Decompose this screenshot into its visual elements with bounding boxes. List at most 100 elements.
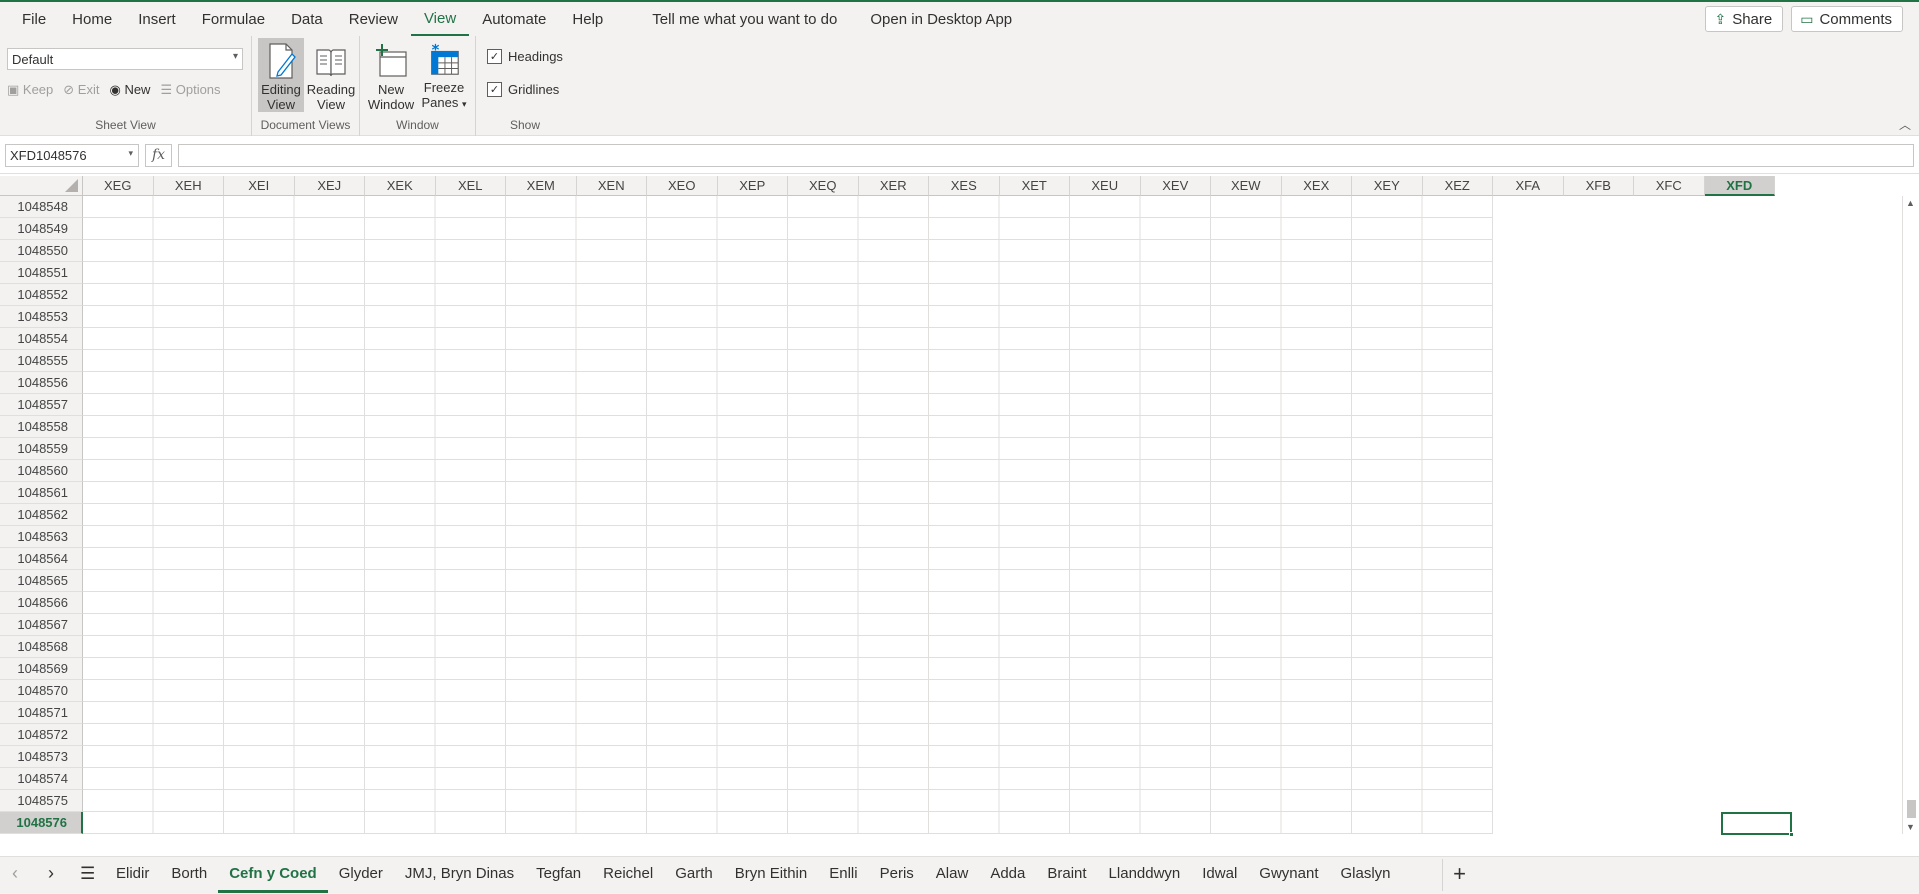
tell-me-search[interactable]: Tell me what you want to do	[616, 2, 850, 36]
menu-file[interactable]: File	[0, 2, 59, 36]
sheet-tab[interactable]: Enlli	[818, 857, 868, 893]
row-header[interactable]: 1048572	[0, 724, 83, 746]
sheet-tab[interactable]: Llanddwyn	[1098, 857, 1192, 893]
scroll-up-icon[interactable]: ▲	[1906, 198, 1915, 208]
row-header[interactable]: 1048555	[0, 350, 83, 372]
column-header[interactable]: XFD	[1704, 176, 1775, 196]
vertical-scrollbar[interactable]: ▲ ▼	[1902, 196, 1919, 834]
row-header[interactable]: 1048573	[0, 746, 83, 768]
row-header[interactable]: 1048563	[0, 526, 83, 548]
menu-review[interactable]: Review	[336, 2, 411, 36]
row-header[interactable]: 1048565	[0, 570, 83, 592]
sheet-tab[interactable]: JMJ, Bryn Dinas	[394, 857, 525, 893]
menu-data[interactable]: Data	[278, 2, 336, 36]
row-header[interactable]: 1048548	[0, 196, 83, 218]
sheet-tab[interactable]: Alaw	[925, 857, 980, 893]
column-header[interactable]: XES	[929, 176, 1000, 196]
row-header[interactable]: 1048552	[0, 284, 83, 306]
menu-home[interactable]: Home	[59, 2, 125, 36]
sheet-tab[interactable]: Borth	[160, 857, 218, 893]
column-header[interactable]: XEJ	[294, 176, 365, 196]
row-header[interactable]: 1048558	[0, 416, 83, 438]
selected-cell[interactable]	[1721, 812, 1794, 836]
editing-view-button[interactable]: Editing View	[258, 38, 304, 112]
open-desktop-app-button[interactable]: Open in Desktop App	[850, 2, 1025, 36]
row-header[interactable]: 1048570	[0, 680, 83, 702]
all-sheets-icon[interactable]: ☰	[80, 864, 95, 884]
sheet-view-select[interactable]: Default ▾	[7, 48, 243, 70]
row-header[interactable]: 1048569	[0, 658, 83, 680]
row-header[interactable]: 1048575	[0, 790, 83, 812]
row-header[interactable]: 1048571	[0, 702, 83, 724]
options-button[interactable]: ☰ Options	[160, 82, 220, 98]
sheet-tab[interactable]: Tegfan	[525, 857, 592, 893]
sheet-tab[interactable]: Reichel	[592, 857, 664, 893]
share-button[interactable]: ⇪ Share	[1705, 6, 1784, 32]
menu-view[interactable]: View	[410, 2, 470, 36]
sheet-tab[interactable]: Idwal	[1191, 857, 1248, 893]
row-header[interactable]: 1048551	[0, 262, 83, 284]
freeze-panes-button[interactable]: Freeze Panes ▾	[419, 38, 469, 112]
vertical-scroll-thumb[interactable]	[1907, 800, 1916, 818]
row-header[interactable]: 1048557	[0, 394, 83, 416]
cell-area[interactable]	[83, 196, 1493, 834]
sheet-tab[interactable]: Glaslyn	[1330, 857, 1402, 893]
column-header[interactable]: XEU	[1070, 176, 1141, 196]
column-header[interactable]: XEZ	[1422, 176, 1493, 196]
select-all-button[interactable]	[0, 176, 83, 196]
sheet-tab[interactable]: Braint	[1036, 857, 1097, 893]
chevron-right-icon[interactable]: ›	[48, 863, 54, 884]
column-header[interactable]: XEX	[1281, 176, 1352, 196]
headings-checkbox[interactable]: ✓ Headings	[487, 49, 563, 64]
column-header[interactable]: XFB	[1563, 176, 1634, 196]
column-header[interactable]: XEV	[1140, 176, 1211, 196]
row-header[interactable]: 1048576	[0, 812, 83, 834]
reading-view-button[interactable]: Reading View	[307, 38, 355, 112]
row-header[interactable]: 1048574	[0, 768, 83, 790]
row-header[interactable]: 1048567	[0, 614, 83, 636]
new-window-button[interactable]: New Window	[368, 38, 414, 112]
column-header[interactable]: XET	[999, 176, 1070, 196]
sheet-tab[interactable]: Glyder	[328, 857, 394, 893]
fill-handle[interactable]	[1789, 832, 1794, 836]
column-header[interactable]: XEI	[224, 176, 295, 196]
scroll-down-icon[interactable]: ▼	[1906, 822, 1915, 832]
sheet-tab[interactable]: Elidir	[105, 857, 160, 893]
column-header[interactable]: XFA	[1493, 176, 1564, 196]
add-sheet-button[interactable]: +	[1442, 859, 1476, 891]
column-header[interactable]: XEL	[435, 176, 506, 196]
sheet-tab[interactable]: Garth	[664, 857, 724, 893]
collapse-ribbon-icon[interactable]: ︿	[1899, 116, 1911, 133]
row-header[interactable]: 1048549	[0, 218, 83, 240]
row-header[interactable]: 1048556	[0, 372, 83, 394]
column-header[interactable]: XEQ	[788, 176, 859, 196]
keep-button[interactable]: ▣ Keep	[7, 82, 53, 98]
column-header[interactable]: XEO	[647, 176, 718, 196]
row-header[interactable]: 1048568	[0, 636, 83, 658]
row-header[interactable]: 1048560	[0, 460, 83, 482]
row-header[interactable]: 1048562	[0, 504, 83, 526]
gridlines-checkbox[interactable]: ✓ Gridlines	[487, 82, 559, 97]
name-box[interactable]: XFD1048576 ▾	[5, 144, 139, 167]
column-header[interactable]: XEH	[153, 176, 224, 196]
column-header[interactable]: XEP	[717, 176, 788, 196]
menu-automate[interactable]: Automate	[469, 2, 559, 36]
column-header[interactable]: XEW	[1211, 176, 1282, 196]
row-header[interactable]: 1048564	[0, 548, 83, 570]
column-header[interactable]: XEY	[1352, 176, 1423, 196]
sheet-tab[interactable]: Cefn y Coed	[218, 857, 328, 893]
chevron-left-icon[interactable]: ‹	[12, 863, 18, 884]
row-header[interactable]: 1048550	[0, 240, 83, 262]
new-sheet-view-button[interactable]: ◉ New	[109, 82, 150, 98]
row-header[interactable]: 1048561	[0, 482, 83, 504]
sheet-tab[interactable]: Adda	[979, 857, 1036, 893]
row-header[interactable]: 1048559	[0, 438, 83, 460]
column-header[interactable]: XEG	[83, 176, 154, 196]
menu-formulae[interactable]: Formulae	[189, 2, 278, 36]
sheet-tab[interactable]: Bryn Eithin	[724, 857, 819, 893]
column-header[interactable]: XEK	[365, 176, 436, 196]
column-header[interactable]: XFC	[1634, 176, 1705, 196]
menu-help[interactable]: Help	[559, 2, 616, 36]
sheet-tab[interactable]: Gwynant	[1248, 857, 1329, 893]
insert-function-button[interactable]: fx	[145, 144, 172, 167]
